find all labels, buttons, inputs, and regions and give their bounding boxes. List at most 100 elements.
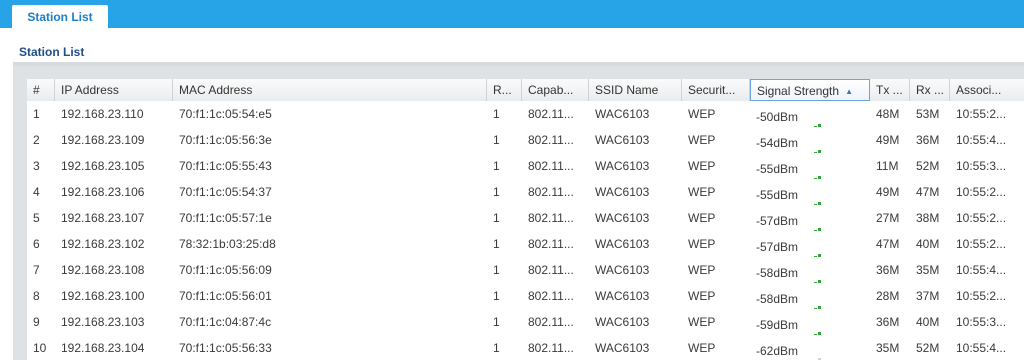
signal-value: -57dBm xyxy=(756,240,799,254)
signal-bars-icon xyxy=(802,164,822,179)
table-row[interactable]: 4 192.168.23.106 70:f1:1c:05:54:37 1 802.11.… xyxy=(27,179,1024,206)
table-row[interactable]: 7 192.168.23.108 70:f1:1c:05:56:09 1 802.11.… xyxy=(27,257,1024,284)
cell-ssid-name: WAC6103 xyxy=(595,159,650,173)
column-header-rx[interactable]: Rx ... xyxy=(910,79,950,101)
cell-tx-rate: 27M xyxy=(876,211,900,225)
cell-security: WEP xyxy=(688,211,716,225)
signal-value: -62dBm xyxy=(756,344,799,358)
cell-ssid-name: WAC6103 xyxy=(595,237,650,251)
cell-number: 8 xyxy=(33,289,40,303)
cell-association-time: 10:55:4... xyxy=(956,263,1007,277)
cell-security: WEP xyxy=(688,159,716,173)
cell-rx-rate: 52M xyxy=(916,341,940,355)
cell-capability: 802.11... xyxy=(528,315,574,329)
cell-capability: 802.11... xyxy=(528,341,574,355)
cell-ssid-name: WAC6103 xyxy=(595,211,650,225)
cell-association-time: 10:55:4... xyxy=(956,133,1007,147)
cell-radio: 1 xyxy=(493,263,500,277)
table-row[interactable]: 10 192.168.23.104 70:f1:1c:05:56:33 1 802.11… xyxy=(27,335,1024,360)
cell-ip-address: 192.168.23.109 xyxy=(61,133,145,147)
cell-tx-rate: 49M xyxy=(876,185,900,199)
cell-number: 2 xyxy=(33,133,40,147)
column-header-signal-strength[interactable]: Signal Strength ▲ xyxy=(750,79,870,101)
column-header-mac-address[interactable]: MAC Address xyxy=(173,79,487,101)
column-header-radio[interactable]: R... xyxy=(487,79,522,101)
cell-number: 5 xyxy=(33,211,40,225)
cell-capability: 802.11... xyxy=(528,107,574,121)
signal-value: -54dBm xyxy=(756,136,799,150)
column-header-capability[interactable]: Capab... xyxy=(522,79,589,101)
signal-value: -55dBm xyxy=(756,188,799,202)
table-row[interactable]: 8 192.168.23.100 70:f1:1c:05:56:01 1 802.11.… xyxy=(27,283,1024,310)
signal-bars-icon xyxy=(802,112,822,127)
cell-association-time: 10:55:2... xyxy=(956,107,1007,121)
cell-ssid-name: WAC6103 xyxy=(595,133,650,147)
cell-ssid-name: WAC6103 xyxy=(595,263,650,277)
cell-number: 3 xyxy=(33,159,40,173)
cell-number: 9 xyxy=(33,315,40,329)
column-header-ip-address[interactable]: IP Address xyxy=(55,79,173,101)
cell-rx-rate: 47M xyxy=(916,185,940,199)
cell-signal-strength: -57dBm xyxy=(750,231,870,257)
table-row[interactable]: 3 192.168.23.105 70:f1:1c:05:55:43 1 802.11.… xyxy=(27,153,1024,180)
signal-bars-icon xyxy=(802,216,822,231)
cell-signal-strength: -58dBm xyxy=(750,257,870,283)
cell-association-time: 10:55:2... xyxy=(956,211,1007,225)
cell-ssid-name: WAC6103 xyxy=(595,185,650,199)
cell-radio: 1 xyxy=(493,341,500,355)
cell-signal-strength: -50dBm xyxy=(750,101,870,127)
table-row[interactable]: 1 192.168.23.110 70:f1:1c:05:54:e5 1 802.11.… xyxy=(27,101,1024,128)
cell-signal-strength: -55dBm xyxy=(750,179,870,205)
cell-radio: 1 xyxy=(493,237,500,251)
column-header-ssid-name[interactable]: SSID Name xyxy=(589,79,682,101)
table-row[interactable]: 2 192.168.23.109 70:f1:1c:05:56:3e 1 802.11.… xyxy=(27,127,1024,154)
cell-mac-address: 70:f1:1c:05:54:37 xyxy=(179,185,272,199)
cell-signal-strength: -58dBm xyxy=(750,283,870,309)
cell-rx-rate: 53M xyxy=(916,107,940,121)
cell-radio: 1 xyxy=(493,107,500,121)
cell-signal-strength: -55dBm xyxy=(750,153,870,179)
cell-capability: 802.11... xyxy=(528,133,574,147)
column-header-number[interactable]: # xyxy=(27,79,55,101)
cell-mac-address: 70:f1:1c:05:56:3e xyxy=(179,133,272,147)
cell-tx-rate: 11M xyxy=(876,159,899,173)
cell-mac-address: 70:f1:1c:05:54:e5 xyxy=(179,107,272,121)
column-header-association-time[interactable]: Associ... xyxy=(950,79,1024,101)
cell-mac-address: 70:f1:1c:05:56:01 xyxy=(179,289,272,303)
cell-ip-address: 192.168.23.106 xyxy=(61,185,145,199)
cell-tx-rate: 36M xyxy=(876,263,900,277)
section-title: Station List xyxy=(19,45,85,59)
cell-association-time: 10:55:2... xyxy=(956,237,1007,251)
station-table: # IP Address MAC Address R... Capab... S… xyxy=(27,79,1024,360)
cell-ip-address: 192.168.23.110 xyxy=(61,107,144,121)
cell-radio: 1 xyxy=(493,159,500,173)
cell-association-time: 10:55:3... xyxy=(956,315,1007,329)
cell-security: WEP xyxy=(688,107,716,121)
cell-security: WEP xyxy=(688,185,716,199)
cell-ssid-name: WAC6103 xyxy=(595,289,650,303)
cell-ip-address: 192.168.23.107 xyxy=(61,211,145,225)
cell-rx-rate: 52M xyxy=(916,159,940,173)
sort-ascending-icon: ▲ xyxy=(845,86,853,96)
cell-ssid-name: WAC6103 xyxy=(595,107,650,121)
column-header-security[interactable]: Securit... xyxy=(682,79,750,101)
cell-number: 7 xyxy=(33,263,40,277)
table-row[interactable]: 6 192.168.23.102 78:32:1b:03:25:d8 1 802.11.… xyxy=(27,231,1024,258)
cell-tx-rate: 48M xyxy=(876,107,900,121)
table-row[interactable]: 5 192.168.23.107 70:f1:1c:05:57:1e 1 802.11.… xyxy=(27,205,1024,232)
cell-ip-address: 192.168.23.104 xyxy=(61,341,145,355)
cell-number: 6 xyxy=(33,237,40,251)
signal-bars-icon xyxy=(802,190,822,205)
cell-mac-address: 78:32:1b:03:25:d8 xyxy=(179,237,276,251)
cell-mac-address: 70:f1:1c:05:56:09 xyxy=(179,263,272,277)
cell-signal-strength: -54dBm xyxy=(750,127,870,153)
cell-tx-rate: 36M xyxy=(876,315,900,329)
tab-station-list[interactable]: Station List xyxy=(12,5,108,28)
signal-value: -58dBm xyxy=(756,292,799,306)
signal-bars-icon xyxy=(802,294,822,309)
table-row[interactable]: 9 192.168.23.103 70:f1:1c:04:87:4c 1 802.11.… xyxy=(27,309,1024,336)
column-header-tx[interactable]: Tx ... xyxy=(870,79,910,101)
cell-security: WEP xyxy=(688,263,716,277)
signal-bars-icon xyxy=(802,268,822,283)
cell-association-time: 10:55:3... xyxy=(956,159,1007,173)
